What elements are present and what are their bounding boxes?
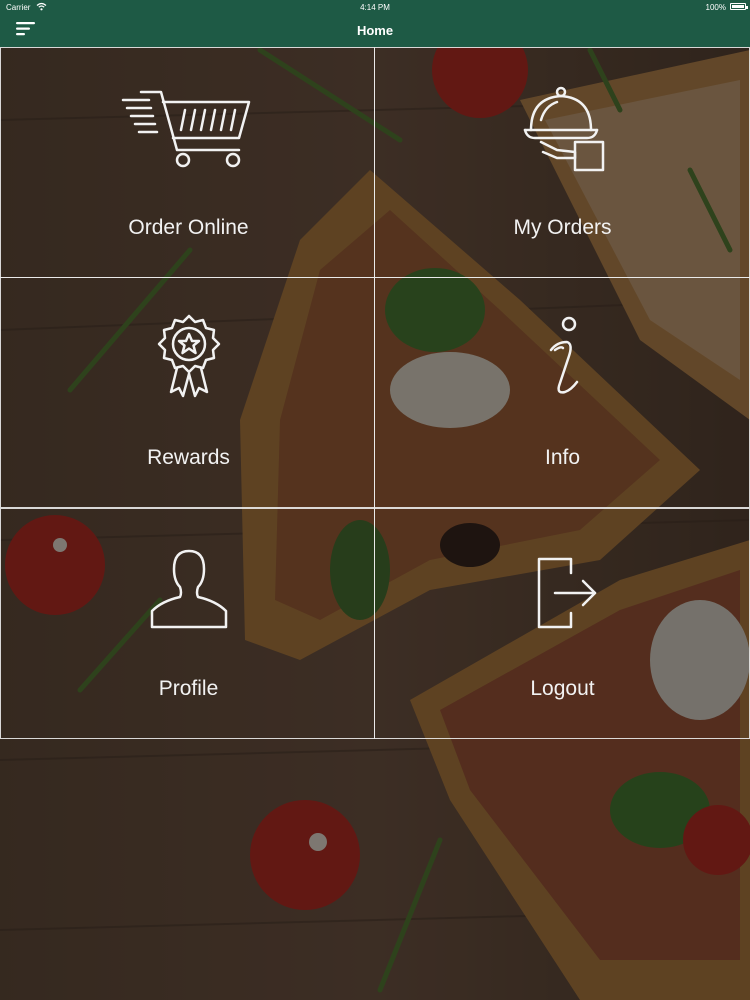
logout-label: Logout xyxy=(530,677,595,700)
serving-cloche-icon xyxy=(523,86,604,172)
profile-label: Profile xyxy=(158,677,219,700)
shopping-cart-icon xyxy=(121,90,250,168)
user-icon xyxy=(150,549,227,629)
my-orders-tile[interactable]: My Orders xyxy=(374,47,750,278)
award-badge-icon xyxy=(157,314,220,398)
page-title: Home xyxy=(356,23,394,38)
battery-icon xyxy=(730,3,748,10)
status-bar: Carrier 4:14 PM 100% xyxy=(0,0,750,14)
rewards-tile[interactable]: Rewards xyxy=(0,277,375,508)
logout-icon xyxy=(537,557,596,629)
status-time: 4:14 PM xyxy=(360,3,390,12)
navigation-bar: Carrier 4:14 PM 100% Home xyxy=(0,0,750,47)
order-online-tile[interactable]: Order Online xyxy=(0,47,375,278)
home-menu-grid: Order Online My Orders Rewards Info Prof… xyxy=(0,47,750,740)
info-label: Info xyxy=(544,446,581,469)
profile-tile[interactable]: Profile xyxy=(0,508,375,739)
info-icon xyxy=(549,316,578,394)
battery-percentage: 100% xyxy=(705,3,726,12)
rewards-label: Rewards xyxy=(147,446,230,469)
my-orders-label: My Orders xyxy=(513,216,612,239)
info-tile[interactable]: Info xyxy=(374,277,750,508)
order-online-label: Order Online xyxy=(128,216,249,239)
logout-tile[interactable]: Logout xyxy=(374,508,750,739)
